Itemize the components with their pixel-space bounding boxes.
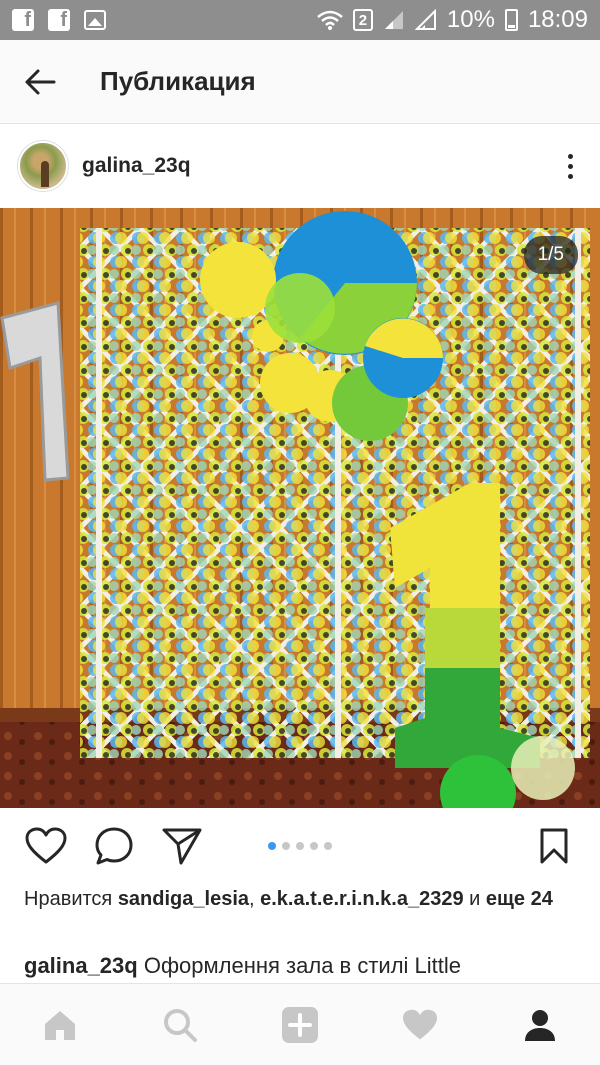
profile-icon: [525, 1009, 555, 1041]
action-bar: [0, 808, 600, 884]
comment-icon: [95, 827, 133, 865]
image-icon: [84, 10, 106, 30]
nav-add[interactable]: [270, 995, 330, 1055]
battery-percent: 10%: [446, 6, 495, 33]
send-icon: [162, 828, 202, 865]
home-icon: [45, 1010, 75, 1040]
page-title: Публикация: [100, 66, 256, 96]
post-username[interactable]: galina_23q: [82, 154, 191, 178]
clock: 18:09: [527, 6, 588, 33]
bottom-navigation: [0, 983, 600, 1065]
facebook-icon: [12, 9, 34, 32]
back-button[interactable]: [0, 40, 80, 124]
post-header: galina_23q: [0, 124, 600, 208]
signal-icon: [384, 11, 403, 29]
more-options-button[interactable]: [540, 136, 600, 196]
arrow-left-icon: [25, 69, 56, 94]
sim-2-icon: 2: [352, 9, 373, 31]
search-icon: [164, 1008, 197, 1042]
image-counter: 1/5: [523, 236, 578, 274]
carousel-dot: [324, 842, 332, 850]
comment-button[interactable]: [88, 820, 140, 872]
add-icon: [282, 1006, 318, 1043]
carousel-indicator: [268, 842, 332, 850]
wifi-icon: [317, 10, 343, 30]
liker-username[interactable]: e.k.a.t.e.r.i.n.k.a_2329: [260, 888, 463, 910]
post-photo[interactable]: 1/5: [0, 208, 600, 808]
avatar[interactable]: [18, 141, 68, 191]
likes-line: Нравится sandiga_lesia, e.k.a.t.e.r.i.n.…: [24, 888, 553, 910]
caption-username[interactable]: galina_23q: [24, 953, 138, 978]
save-button[interactable]: [528, 820, 580, 872]
carousel-dot: [296, 842, 304, 850]
nav-activity[interactable]: [390, 995, 450, 1055]
status-bar: 2 10% 18:09: [0, 0, 600, 40]
nav-home[interactable]: [30, 995, 90, 1055]
app-header: Публикация: [0, 40, 600, 124]
signal-icon: [414, 9, 436, 30]
carousel-dot: [310, 842, 318, 850]
share-button[interactable]: [156, 820, 208, 872]
battery-icon: [504, 9, 518, 31]
likes-prefix: Нравится: [24, 888, 118, 910]
caption-text: Оформлення зала в стилі Little: [137, 953, 462, 978]
like-button[interactable]: [20, 820, 72, 872]
other-likes-link[interactable]: еще 24: [486, 888, 553, 910]
carousel-dot: [268, 842, 276, 850]
liker-username[interactable]: sandiga_lesia: [118, 888, 249, 910]
heart-icon: [25, 827, 67, 864]
facebook-icon: [48, 9, 70, 32]
nav-profile[interactable]: [510, 995, 570, 1055]
carousel-dot: [282, 842, 290, 850]
photo-image: [0, 208, 600, 808]
more-vertical-icon: [567, 153, 573, 159]
nav-search[interactable]: [150, 995, 210, 1055]
heart-icon: [403, 1009, 437, 1039]
bookmark-icon: [540, 828, 568, 864]
post-caption: galina_23q Оформлення зала в стилі Littl…: [24, 950, 584, 982]
